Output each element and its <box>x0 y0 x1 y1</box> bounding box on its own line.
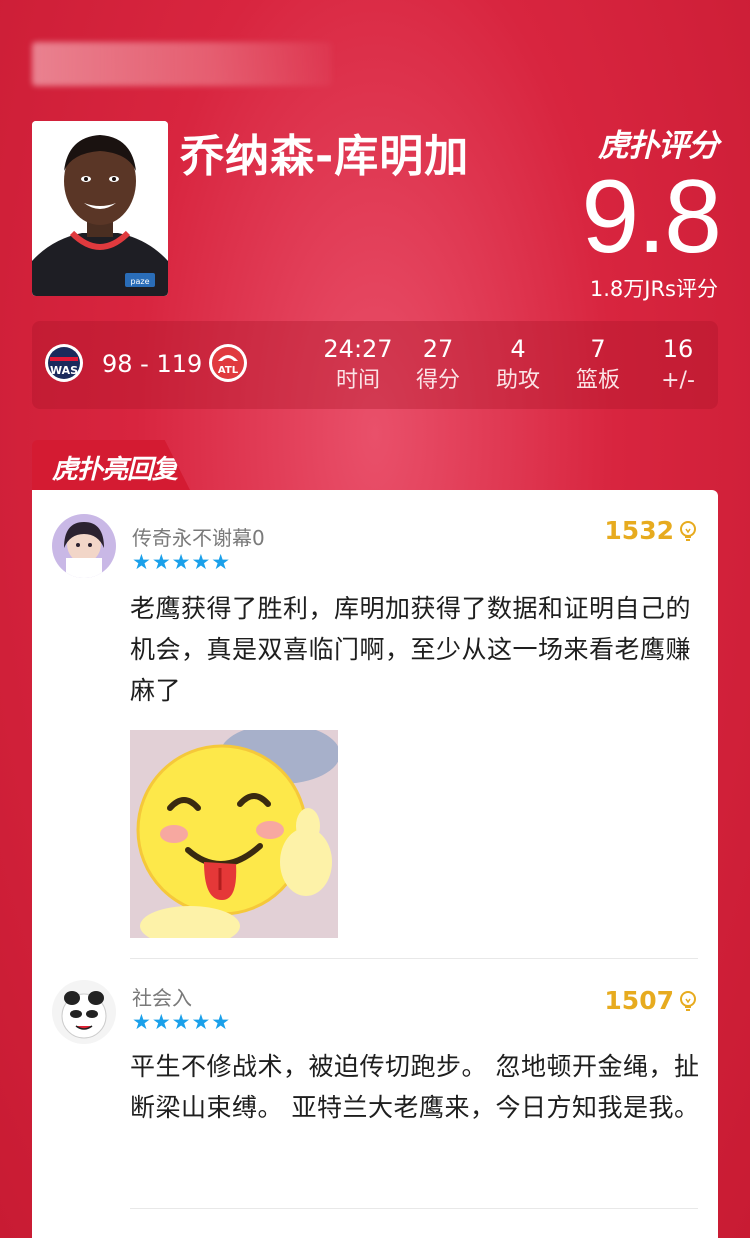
svg-text:ATL: ATL <box>218 365 239 376</box>
comment-like-button[interactable]: 1507 <box>604 986 698 1015</box>
comment-rating-stars: ★★★★★ <box>132 550 232 574</box>
game-score: 98 - 119 <box>102 350 203 378</box>
like-count: 1532 <box>604 516 674 545</box>
stat-assists: 4 助攻 <box>478 333 558 397</box>
stat-label: 篮板 <box>575 368 620 393</box>
stat-value: 16 <box>662 335 694 363</box>
section-tab-hot-replies: 虎扑亮回复 <box>32 440 190 490</box>
stat-label: +/- <box>661 368 695 393</box>
section-title: 虎扑亮回复 <box>52 455 178 485</box>
stat-label: 时间 <box>335 368 380 393</box>
user-avatar[interactable] <box>52 980 116 1044</box>
blurred-header-text <box>32 42 332 86</box>
lightbulb-icon <box>680 990 696 1011</box>
stat-value: 27 <box>422 335 454 363</box>
rating-score: 9.8 <box>581 159 722 275</box>
stat-label: 得分 <box>415 368 460 393</box>
comments-panel: 传奇永不谢幕0 ★★★★★ 1532 老鹰获得了胜利，库明加获得了数据和证明自己… <box>32 490 718 1238</box>
stat-value: 7 <box>590 335 606 363</box>
svg-text:WAS: WAS <box>50 364 78 377</box>
comment-divider <box>130 1208 698 1209</box>
stat-points: 27 得分 <box>398 333 478 397</box>
comment-divider <box>130 958 698 959</box>
comment-like-button[interactable]: 1532 <box>604 516 698 545</box>
was-team-logo: WAS <box>44 343 84 383</box>
comment-username[interactable]: 社会入 <box>132 982 192 1011</box>
player-name: 乔纳森-库明加 <box>180 131 470 182</box>
comment-text: 平生不修战术，被迫传切跑步。 忽地顿开金绳，扯断梁山束缚。 亚特兰大老鹰来，今日… <box>130 1052 700 1122</box>
stat-plus-minus: 16 +/- <box>638 333 718 397</box>
atl-team-logo: ATL <box>208 343 248 383</box>
stat-rebounds: 7 篮板 <box>558 333 638 397</box>
smiley-sticker-image[interactable] <box>130 730 338 938</box>
player-photo: paze <box>32 121 168 296</box>
game-stats-bar[interactable]: WAS 98 - 119 ATL 24:27 时间 27 得分 4 助攻 7 篮… <box>32 321 718 409</box>
like-count: 1507 <box>604 986 674 1015</box>
comment-text: 老鹰获得了胜利，库明加获得了数据和证明自己的机会，真是双喜临门啊，至少从这一场来… <box>130 594 692 705</box>
rating-count: 1.8万JRs评分 <box>589 277 718 301</box>
stat-value: 24:27 <box>323 335 393 363</box>
stat-label: 助攻 <box>495 368 540 393</box>
user-avatar[interactable] <box>52 514 116 578</box>
svg-text:paze: paze <box>130 277 149 286</box>
stat-value: 4 <box>510 335 526 363</box>
comment-rating-stars: ★★★★★ <box>132 1010 232 1034</box>
lightbulb-icon <box>680 520 696 541</box>
comment-username[interactable]: 传奇永不谢幕0 <box>132 522 265 551</box>
stat-minutes: 24:27 时间 <box>318 333 398 397</box>
